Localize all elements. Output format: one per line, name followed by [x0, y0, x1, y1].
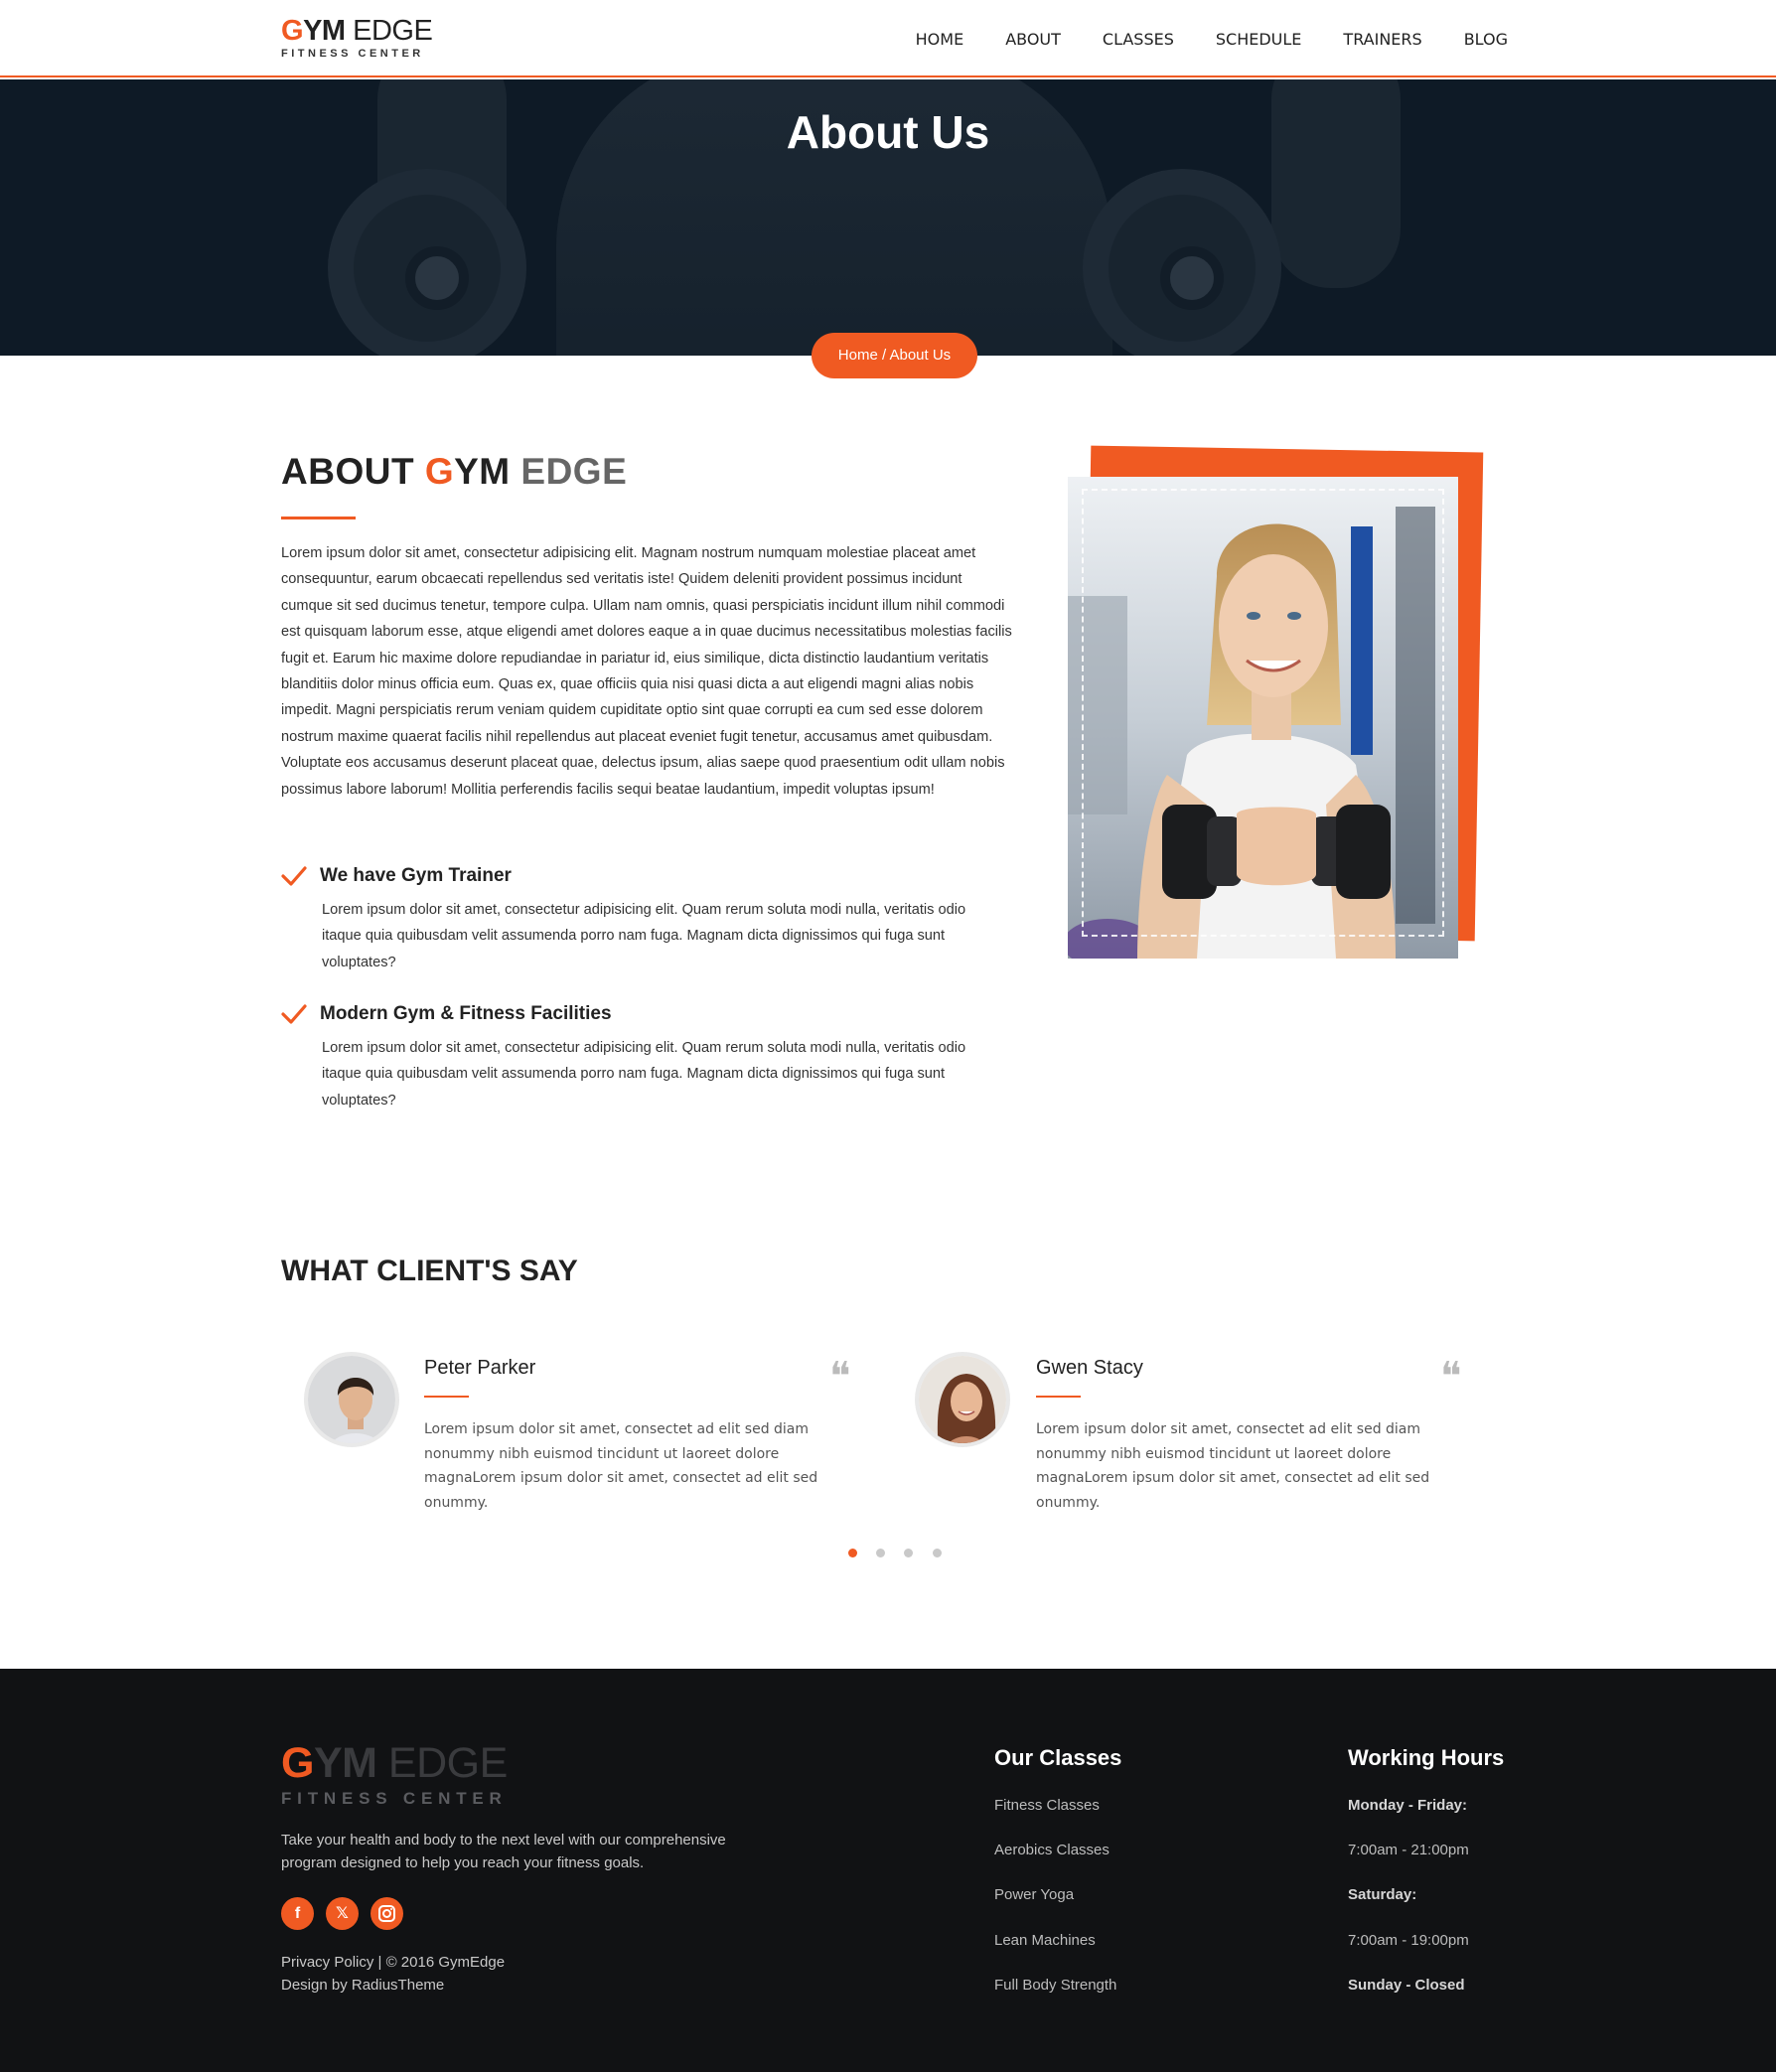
logo-tagline: FITNESS CENTER: [281, 48, 424, 60]
nav-home[interactable]: HOME: [916, 30, 964, 49]
quote-icon: ❝: [829, 1354, 851, 1400]
avatar: [304, 1352, 399, 1447]
about-heading-underline: [281, 517, 356, 519]
about-heading-part: ABOUT: [281, 451, 425, 492]
testimonial-name-underline: [424, 1396, 469, 1398]
nav-blog[interactable]: BLOG: [1464, 30, 1508, 49]
footer-copyright[interactable]: Privacy Policy | © 2016 GymEdge: [281, 1954, 505, 1971]
hours-value: 7:00am - 21:00pm: [1348, 1842, 1469, 1858]
site-logo[interactable]: GYM EDGE FITNESS CENTER: [281, 15, 433, 60]
testimonial-name: Peter Parker: [424, 1357, 536, 1379]
footer-class-link[interactable]: Power Yoga: [994, 1886, 1074, 1903]
hours-value: 7:00am - 19:00pm: [1348, 1932, 1469, 1949]
feature-description: Lorem ipsum dolor sit amet, consectetur …: [322, 902, 966, 970]
about-heading: ABOUT GYM EDGE: [281, 451, 627, 493]
footer-logo-tagline: FITNESS CENTER: [281, 1789, 508, 1808]
carousel-dot[interactable]: [904, 1549, 913, 1557]
footer-classes-heading: Our Classes: [994, 1745, 1122, 1770]
hero-bg-weight-plate: [328, 169, 526, 356]
logo-g: G: [281, 15, 304, 47]
footer-design-credit[interactable]: Design by RadiusTheme: [281, 1977, 444, 1994]
photo-dashed-border: [1082, 489, 1444, 937]
footer-class-link[interactable]: Fitness Classes: [994, 1797, 1100, 1814]
carousel-dot[interactable]: [876, 1549, 885, 1557]
main-nav: HOME ABOUT CLASSES SCHEDULE TRAINERS BLO…: [874, 0, 1508, 77]
quote-icon: ❝: [1440, 1354, 1462, 1400]
site-footer: [0, 1669, 1776, 2072]
x-twitter-icon[interactable]: 𝕏: [326, 1897, 359, 1930]
hero-bg-weight-plate: [1083, 169, 1281, 356]
breadcrumb[interactable]: Home / About Us: [812, 333, 977, 378]
footer-description: Take your health and body to the next le…: [281, 1832, 726, 1871]
testimonials-heading: WHAT CLIENT'S SAY: [281, 1255, 578, 1287]
testimonial-text: Lorem ipsum dolor sit amet, consectet ad…: [1036, 1421, 1430, 1511]
about-heading-g: G: [424, 451, 455, 492]
footer-logo[interactable]: GYM EDGE FITNESS CENTER: [281, 1741, 508, 1809]
nav-about[interactable]: ABOUT: [1005, 30, 1061, 49]
about-paragraph: Lorem ipsum dolor sit amet, consectetur …: [281, 545, 1012, 798]
check-icon: [281, 866, 307, 886]
testimonial-name: Gwen Stacy: [1036, 1357, 1143, 1379]
facebook-icon[interactable]: f: [281, 1897, 314, 1930]
hours-label: Sunday - Closed: [1348, 1977, 1465, 1994]
testimonial-text: Lorem ipsum dolor sit amet, consectet ad…: [424, 1421, 818, 1511]
hours-label: Monday - Friday:: [1348, 1797, 1468, 1814]
nav-schedule[interactable]: SCHEDULE: [1216, 30, 1302, 49]
hours-label: Saturday:: [1348, 1886, 1417, 1903]
logo-ym: YM: [303, 15, 346, 47]
footer-logo-edge: EDGE: [376, 1739, 508, 1787]
footer-class-link[interactable]: Aerobics Classes: [994, 1842, 1110, 1858]
feature-title: Modern Gym & Fitness Facilities: [320, 1003, 612, 1024]
avatar: [915, 1352, 1010, 1447]
feature-description: Lorem ipsum dolor sit amet, consectetur …: [322, 1040, 966, 1109]
check-icon: [281, 1004, 307, 1024]
feature-title: We have Gym Trainer: [320, 865, 512, 886]
peter-parker-photo: [308, 1356, 395, 1443]
nav-classes[interactable]: CLASSES: [1103, 30, 1174, 49]
footer-class-link[interactable]: Full Body Strength: [994, 1977, 1116, 1994]
nav-trainers[interactable]: TRAINERS: [1343, 30, 1421, 49]
footer-class-link[interactable]: Lean Machines: [994, 1932, 1096, 1949]
site-header: GYM EDGE FITNESS CENTER HOME ABOUT CLASS…: [0, 0, 1776, 77]
carousel-dot[interactable]: [848, 1549, 857, 1557]
footer-logo-ym: YM: [313, 1739, 377, 1787]
footer-logo-g: G: [281, 1739, 314, 1787]
about-heading-ym: YM: [454, 451, 521, 492]
instagram-glyph: [378, 1905, 395, 1922]
logo-edge: EDGE: [345, 15, 433, 47]
about-heading-edge: EDGE: [520, 451, 628, 492]
testimonial-name-underline: [1036, 1396, 1081, 1398]
carousel-dot[interactable]: [933, 1549, 942, 1557]
about-photo: [1068, 477, 1458, 959]
gwen-stacy-photo: [919, 1356, 1006, 1443]
page-title: About Us: [786, 106, 990, 158]
footer-hours-heading: Working Hours: [1348, 1745, 1505, 1770]
instagram-icon[interactable]: [370, 1897, 403, 1930]
